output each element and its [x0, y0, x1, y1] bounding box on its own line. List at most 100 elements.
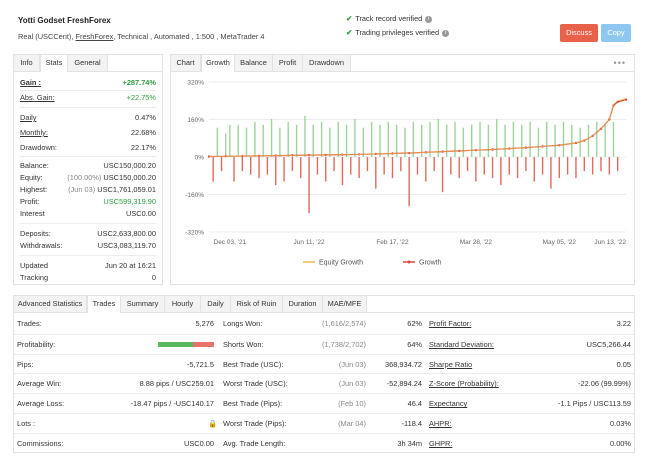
- y-tick-label: -320%: [185, 230, 204, 237]
- stats-row: Average Loss: -18.47 pips / -USC140.17 Bes…: [14, 393, 634, 413]
- tracking-value: 0: [151, 273, 156, 282]
- tab-stats[interactable]: Stats: [40, 55, 68, 72]
- divider: [20, 156, 156, 157]
- balance-row: Balance: USC150,000.20: [20, 160, 156, 172]
- lock-icon: 🔒: [208, 419, 218, 428]
- tab-general[interactable]: General: [68, 55, 108, 71]
- tab-advanced-statistics[interactable]: Advanced Statistics: [14, 296, 87, 312]
- tab-profit[interactable]: Profit: [273, 55, 303, 71]
- y-tick-label: 320%: [187, 80, 204, 87]
- profit-row: Profit: USC599,319.90: [20, 196, 156, 208]
- daily-row: Daily 0.47%: [20, 112, 156, 124]
- stat-value: -1.1 Pips / USC113.59: [558, 399, 631, 409]
- account-subtitle: Real (USCCent), FreshForex, Technical , …: [18, 32, 265, 41]
- stat-value: -118.4: [401, 419, 422, 428]
- x-tick-label: Mar 28, '22: [460, 239, 493, 246]
- stat-value: 0.00%: [610, 438, 631, 448]
- withdrawals-value: USC3,083,119.70: [97, 241, 156, 250]
- monthly-value: 22.68%: [130, 128, 156, 137]
- stat-value: 5,276: [195, 319, 215, 328]
- tracking-label: Tracking: [20, 273, 49, 282]
- abs-gain-label[interactable]: Abs. Gain:: [20, 92, 55, 104]
- legend-marker: [407, 260, 411, 264]
- equity-percent: (100.00%): [67, 173, 102, 182]
- stat-detail: (1,616/2,574): [322, 319, 366, 328]
- stat-value: -5,721.5: [186, 359, 214, 369]
- stat-value: 3.22: [616, 319, 631, 328]
- divider: [20, 107, 156, 108]
- deposits-label: Deposits:: [20, 229, 51, 238]
- tab-hourly[interactable]: Hourly: [165, 296, 201, 312]
- abs-gain-value: +22.75%: [126, 93, 156, 102]
- account-title: Yotti Godset FreshForex: [18, 16, 111, 25]
- abs-gain-row: Abs. Gain: +22.75%: [20, 92, 156, 104]
- tab-mae-mfe[interactable]: MAE/MFE: [323, 296, 367, 312]
- tab-daily[interactable]: Daily: [201, 296, 231, 312]
- check-icon: ✔: [346, 14, 353, 23]
- stats-tabs: Advanced Statistics Trades Summary Hourl…: [14, 296, 634, 313]
- daily-value: 0.47%: [135, 113, 156, 122]
- updated-label: Updated: [20, 261, 48, 270]
- stat-detail: (Mar 04): [338, 419, 366, 428]
- tab-chart[interactable]: Chart: [171, 55, 201, 71]
- trading-privileges-verified: ✔ Trading privileges verified i: [346, 28, 450, 37]
- y-tick-label: 160%: [187, 117, 204, 124]
- divider: [20, 90, 156, 91]
- drawdown-value: 22.17%: [130, 143, 156, 152]
- tracking-row: Tracking 0: [20, 272, 156, 284]
- stat-value: -18.47 pips / -USC140.17: [130, 399, 214, 409]
- stat-value: 46.4: [407, 399, 422, 409]
- discuss-button[interactable]: Discuss: [560, 24, 598, 42]
- chart-panel: Chart Growth Balance Profit Drawdown •••…: [170, 54, 635, 285]
- tab-duration[interactable]: Duration: [283, 296, 323, 312]
- x-tick-label: Dec 03, '21: [214, 239, 247, 246]
- copy-button[interactable]: Copy: [601, 24, 631, 42]
- gain-label[interactable]: Gain :: [20, 77, 41, 89]
- equity-value: USC150,000.20: [103, 173, 156, 182]
- chart-tabs: Chart Growth Balance Profit Drawdown: [171, 55, 634, 72]
- advanced-statistics-panel: Advanced Statistics Trades Summary Hourl…: [13, 295, 635, 453]
- tab-summary[interactable]: Summary: [121, 296, 165, 312]
- gain-row: Gain : +287.74%: [20, 77, 156, 89]
- y-tick-label: -160%: [185, 192, 204, 199]
- highest-value: USC1,761,059.01: [97, 185, 156, 194]
- x-tick-label: May 05, '22: [543, 239, 577, 246]
- legend-label: Growth: [419, 260, 442, 267]
- withdrawals-label: Withdrawals:: [20, 241, 63, 250]
- drawdown-row: Drawdown: 22.17%: [20, 142, 156, 154]
- stat-value: 368,934.72: [385, 359, 422, 369]
- info-icon[interactable]: i: [425, 16, 433, 23]
- divider: [20, 255, 156, 256]
- balance-label: Balance:: [20, 161, 49, 170]
- check-icon: ✔: [346, 28, 353, 37]
- broker-link[interactable]: FreshForex: [76, 32, 114, 41]
- profitability-lost-bar: [193, 341, 214, 347]
- tab-trades[interactable]: Trades: [87, 296, 121, 313]
- left-tabs: Info Stats General: [14, 55, 162, 72]
- stat-value: 62%: [407, 319, 422, 328]
- monthly-row: Monthly: 22.68%: [20, 127, 156, 139]
- more-options-icon[interactable]: •••: [614, 58, 626, 68]
- y-tick-label: 0%: [195, 155, 205, 162]
- stat-value: 8.88 pips / USC259.01: [139, 379, 214, 389]
- tab-growth[interactable]: Growth: [201, 55, 235, 72]
- monthly-label[interactable]: Monthly:: [20, 127, 48, 139]
- daily-label[interactable]: Daily: [20, 112, 36, 124]
- highest-label: Highest:: [20, 185, 48, 194]
- stat-value: -22.06 (99.99%): [578, 379, 631, 389]
- profitability-won-bar: [158, 341, 193, 347]
- highest-row: Highest: (Jun 03) USC1,761,059.01: [20, 184, 156, 196]
- info-icon[interactable]: i: [442, 30, 450, 37]
- profit-value: USC599,319.90: [103, 197, 156, 206]
- stat-value: 3h 34m: [397, 438, 422, 448]
- tab-balance[interactable]: Balance: [235, 55, 273, 71]
- tab-drawdown[interactable]: Drawdown: [303, 55, 351, 71]
- tab-risk-of-ruin[interactable]: Risk of Ruin: [231, 296, 283, 312]
- account-type: Real (USCCent),: [18, 32, 74, 41]
- tab-info[interactable]: Info: [14, 55, 40, 71]
- account-details: , Technical , Automated , 1:500 , MetaTr…: [113, 32, 265, 41]
- stat-value: USC0.00: [184, 438, 214, 448]
- equity-label: Equity:: [20, 173, 43, 182]
- stat-detail: [254, 434, 366, 453]
- stats-row: Average Win: 8.88 pips / USC259.01 Worst T…: [14, 373, 634, 393]
